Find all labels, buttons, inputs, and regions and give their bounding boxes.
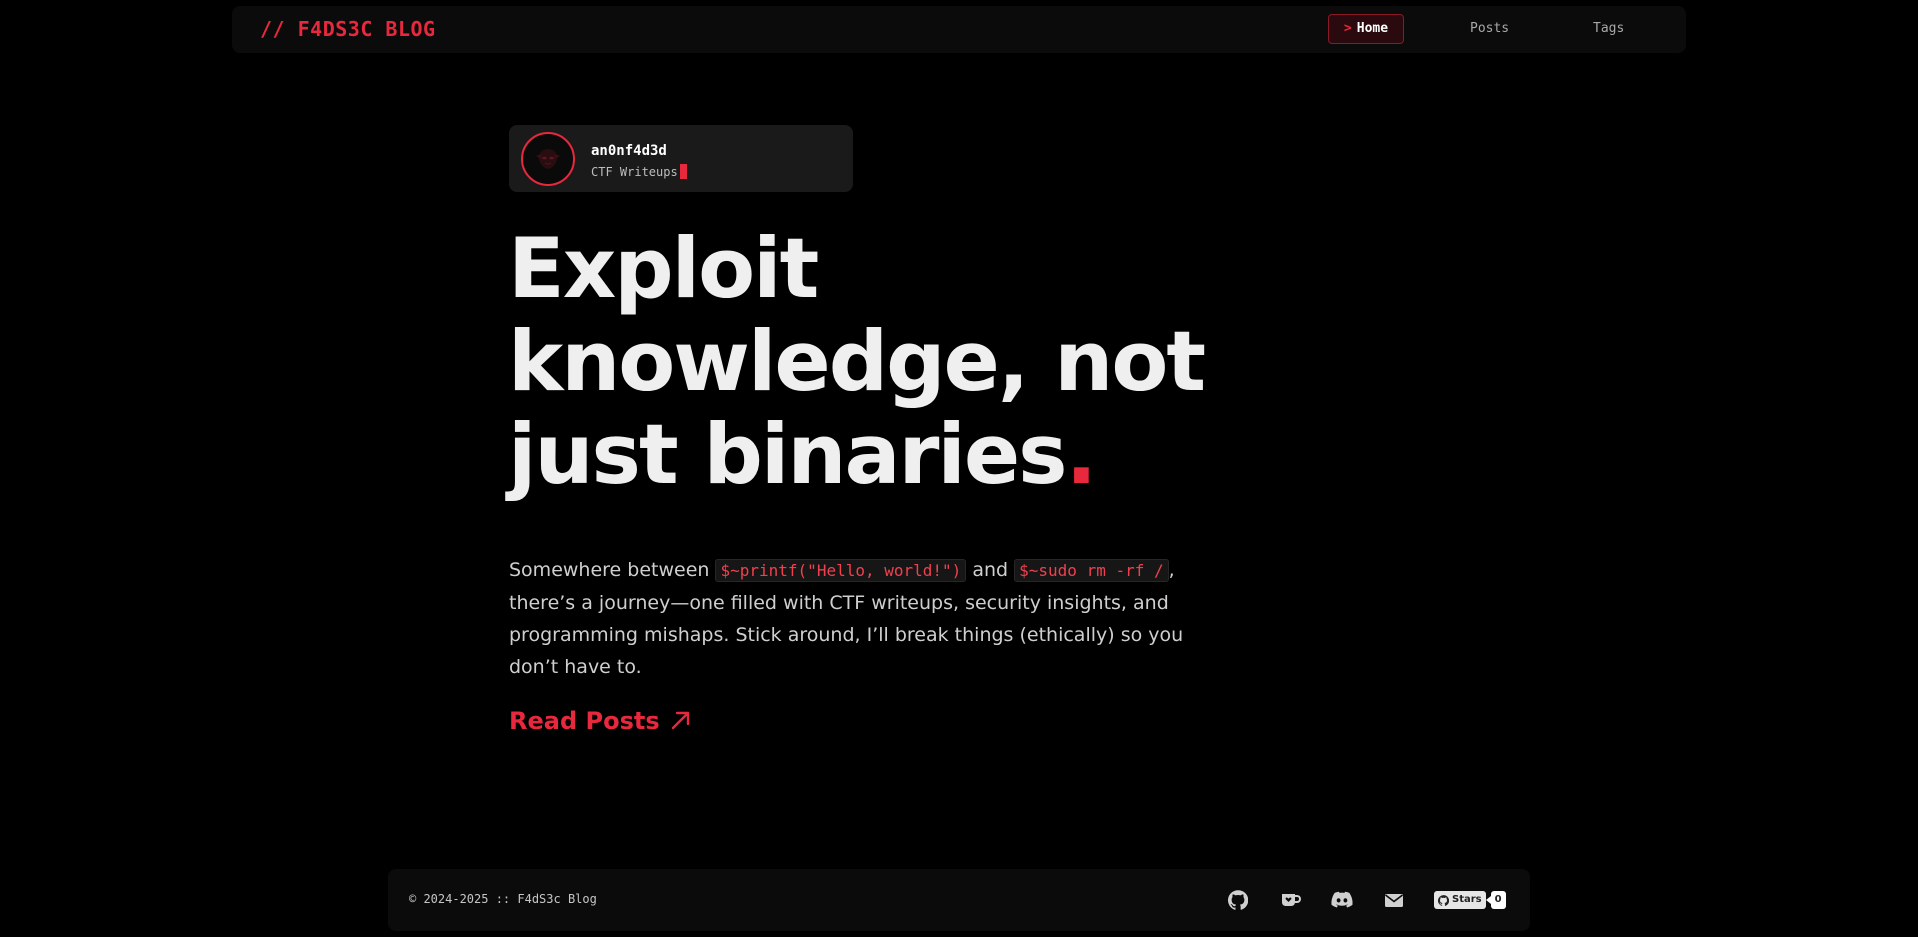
intro-text-1: Somewhere between (509, 559, 716, 581)
hero-accent-dot: . (1065, 406, 1098, 503)
site-brand[interactable]: // F4DS3C BLOG (260, 17, 436, 41)
top-navbar: // F4DS3C BLOG > Home Posts Tags (232, 6, 1686, 53)
kofi-icon[interactable] (1280, 890, 1302, 910)
code-snippet-rm: $~sudo rm -rf / (1014, 559, 1169, 582)
github-stars-button[interactable]: Stars (1434, 891, 1486, 909)
hero-line-3-text: just binaries (508, 406, 1068, 503)
github-icon[interactable] (1227, 890, 1249, 910)
nav-home-label: Home (1356, 21, 1389, 36)
intro-text-2: and (966, 559, 1015, 581)
nav-posts-link[interactable]: Posts (1470, 14, 1509, 44)
profile-subtitle: CTF Writeups (591, 164, 687, 179)
profile-subtitle-text: CTF Writeups (591, 165, 678, 179)
mail-icon[interactable] (1384, 890, 1404, 910)
hacker-mask-icon (536, 149, 560, 169)
hero-line-1: Exploit (508, 220, 819, 317)
github-stars-widget[interactable]: Stars 0 (1434, 891, 1506, 909)
profile-card: an0nf4d3d CTF Writeups (509, 125, 853, 192)
intro-line-1: Somewhere between $~printf("Hello, world… (509, 554, 1229, 587)
stars-count[interactable]: 0 (1485, 891, 1506, 909)
hero-line-2: knowledge, not (508, 313, 1206, 410)
read-posts-link[interactable]: Read Posts (509, 707, 692, 737)
terminal-cursor (679, 164, 687, 179)
discord-icon[interactable] (1331, 890, 1353, 910)
intro-text-3: , (1168, 559, 1175, 581)
stars-label: Stars (1452, 894, 1482, 905)
hero-headline: Exploit knowledge, not just binaries. (508, 222, 1228, 501)
avatar (521, 132, 575, 186)
github-mini-icon (1438, 894, 1449, 906)
intro-line-2: there’s a journey—one filled with CTF wr… (509, 592, 1169, 614)
intro-line-4: don’t have to. (509, 656, 642, 678)
nav-home-link[interactable]: > Home (1328, 14, 1404, 44)
intro-line-3: programming mishaps. Stick around, I’ll … (509, 624, 1184, 646)
profile-name: an0nf4d3d (591, 143, 667, 159)
read-posts-label: Read Posts (509, 707, 660, 735)
arrow-up-right-icon (670, 709, 692, 737)
intro-paragraph: Somewhere between $~printf("Hello, world… (509, 554, 1229, 683)
prompt-glyph: > (1343, 21, 1352, 36)
hero-line-3: just binaries. (508, 408, 1228, 501)
nav-tags-link[interactable]: Tags (1593, 14, 1624, 44)
code-snippet-printf: $~printf("Hello, world!") (715, 559, 967, 582)
copyright-text: © 2024-2025 :: F4dS3c Blog (409, 892, 597, 906)
site-footer: © 2024-2025 :: F4dS3c Blog Stars 0 (388, 869, 1530, 931)
